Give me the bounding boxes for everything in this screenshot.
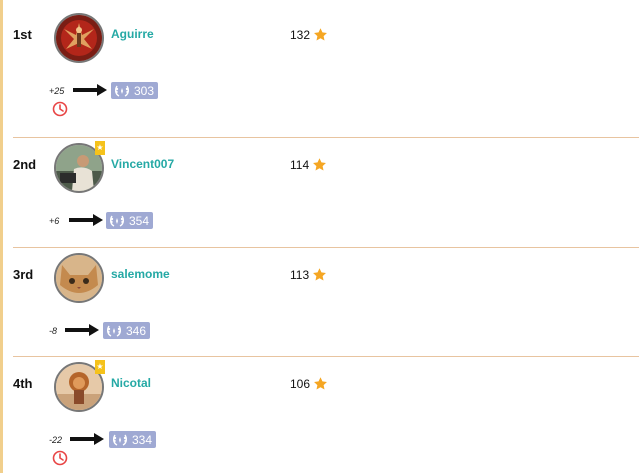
laurel-icon <box>112 433 128 447</box>
row-divider <box>13 247 639 248</box>
score-value: 132 <box>290 27 311 42</box>
avatar[interactable] <box>54 13 104 63</box>
rank-label: 3rd <box>13 267 34 282</box>
player-name-link[interactable]: Aguirre <box>111 27 154 41</box>
avatar[interactable]: ★ <box>54 360 105 412</box>
score: 132 <box>290 27 328 42</box>
rank-label: 2nd <box>13 157 37 172</box>
arrow-right-icon <box>70 432 104 450</box>
star-icon <box>312 157 327 172</box>
level-badge: 346 <box>103 322 151 339</box>
arrow-right-icon <box>65 323 99 341</box>
score-value: 113 <box>290 267 310 282</box>
premium-badge-icon: ★ <box>95 141 105 155</box>
laurel-icon <box>114 84 130 98</box>
score: 106 <box>290 376 328 391</box>
row-divider <box>13 356 639 357</box>
clock-icon <box>52 450 68 466</box>
clock-icon <box>52 101 68 117</box>
arrow-right-icon <box>73 83 107 101</box>
score-value: 114 <box>290 157 310 172</box>
score: 113 <box>290 267 327 282</box>
rating-change: +6 <box>49 216 60 226</box>
row-divider <box>13 137 639 138</box>
rating-change: -22 <box>49 435 63 445</box>
star-icon <box>312 267 327 282</box>
level-badge: 334 <box>109 431 157 448</box>
avatar[interactable] <box>54 253 104 303</box>
rank-label: 4th <box>13 376 33 391</box>
level-badge: 303 <box>111 82 159 99</box>
star-icon <box>313 376 328 391</box>
level-value: 334 <box>132 432 153 447</box>
arrow-right-icon <box>69 213 103 231</box>
player-name-link[interactable]: Nicotal <box>111 376 151 390</box>
laurel-icon <box>109 214 125 228</box>
level-badge: 354 <box>106 212 154 229</box>
level-value: 303 <box>134 83 155 98</box>
laurel-icon <box>106 324 122 338</box>
player-name-link[interactable]: salemome <box>111 267 170 281</box>
leaderboard-list: 1st Aguirre 132 +25 303 2nd ★ Vincent007… <box>3 0 639 473</box>
rating-change: +25 <box>49 86 65 96</box>
premium-badge-icon: ★ <box>95 360 105 374</box>
level-value: 354 <box>129 213 150 228</box>
rating-change: -8 <box>49 326 58 336</box>
level-value: 346 <box>126 323 147 338</box>
avatar[interactable]: ★ <box>54 141 105 193</box>
score: 114 <box>290 157 327 172</box>
player-name-link[interactable]: Vincent007 <box>111 157 174 171</box>
star-icon <box>313 27 328 42</box>
score-value: 106 <box>290 376 311 391</box>
rank-label: 1st <box>13 27 32 42</box>
